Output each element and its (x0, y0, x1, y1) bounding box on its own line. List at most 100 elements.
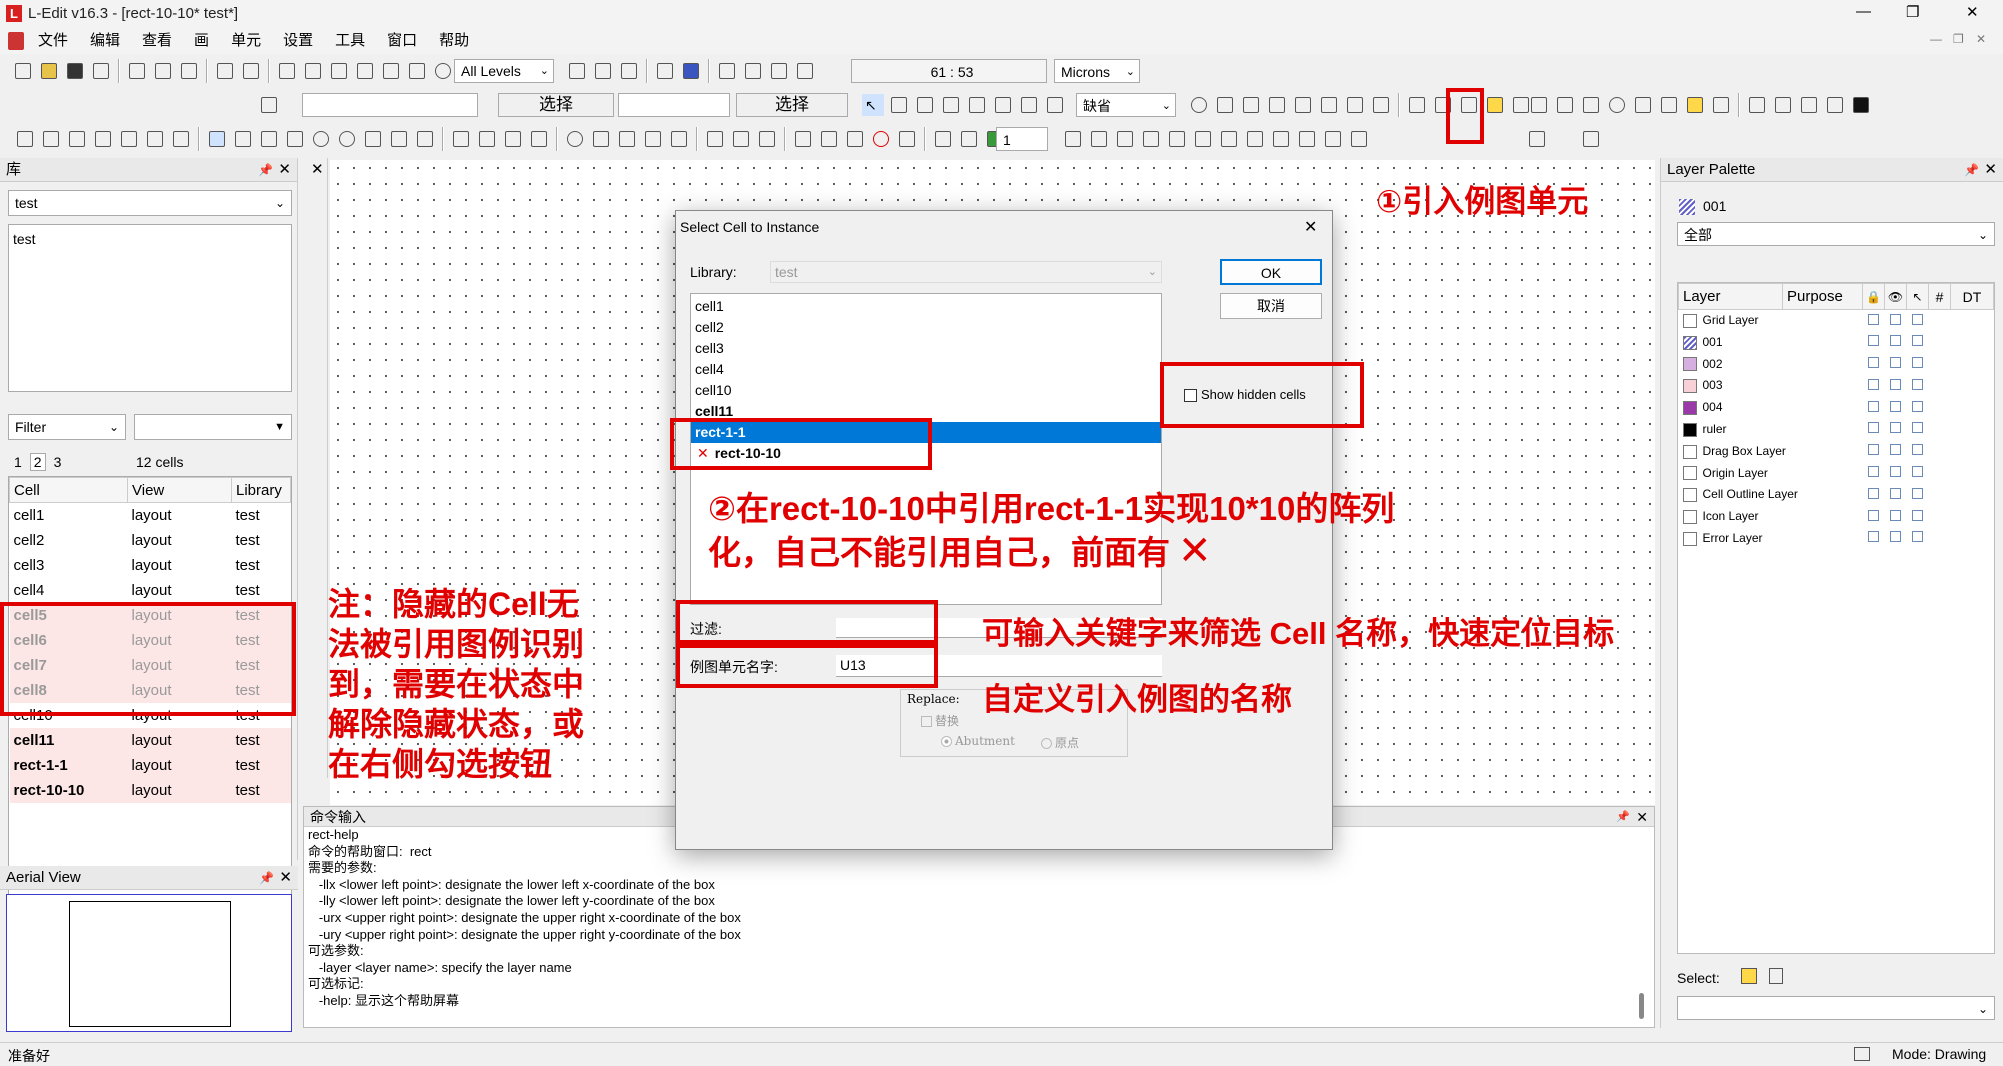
tool-a-icon[interactable] (92, 128, 114, 150)
wire-icon[interactable] (992, 94, 1014, 116)
align-l-icon[interactable] (704, 128, 726, 150)
pointer-icon[interactable]: ↖ (862, 94, 884, 116)
m6-icon[interactable] (1192, 128, 1214, 150)
ruler-tool-icon[interactable] (1406, 94, 1428, 116)
save-all-icon[interactable] (742, 60, 764, 82)
layer-checkbox[interactable] (1890, 335, 1901, 347)
tool-b-icon[interactable] (118, 128, 140, 150)
strip-close-icon[interactable]: ✕ (311, 160, 324, 178)
m11-icon[interactable] (1322, 128, 1344, 150)
layer-checkbox[interactable] (1912, 487, 1923, 499)
snap-grid-icon[interactable] (1684, 94, 1706, 116)
m3-icon[interactable] (1114, 128, 1136, 150)
align-c-icon[interactable] (730, 128, 752, 150)
vertical-scrollbar[interactable] (1639, 993, 1644, 1019)
layer-checkbox[interactable] (1890, 356, 1901, 368)
select-field-a[interactable] (618, 93, 730, 117)
layer-checkbox[interactable] (1868, 531, 1879, 543)
close-icon[interactable]: ✕ (279, 866, 292, 890)
dist-f-icon[interactable] (616, 128, 638, 150)
layer-checkbox[interactable] (1868, 400, 1879, 412)
sub-close-button[interactable]: ✕ (1976, 32, 1986, 46)
dist-b-icon[interactable] (476, 128, 498, 150)
layer-checkbox[interactable] (1912, 378, 1923, 390)
layer-checkbox[interactable] (1890, 444, 1901, 456)
layer-checkbox[interactable] (1890, 313, 1901, 325)
merge-icon[interactable] (1528, 94, 1550, 116)
pex-icon[interactable] (1798, 94, 1820, 116)
pen-icon[interactable] (1658, 94, 1680, 116)
snap-f-icon[interactable] (958, 128, 980, 150)
m2-icon[interactable] (1088, 128, 1110, 150)
col-library[interactable]: Library (231, 477, 291, 503)
snap-icon[interactable] (258, 94, 280, 116)
col-select-icon[interactable]: ↖ (1906, 283, 1929, 310)
dist-h-icon[interactable] (668, 128, 690, 150)
replace-checkbox[interactable]: 替换 (921, 712, 959, 729)
undo-icon[interactable] (214, 60, 236, 82)
pin-icon[interactable]: 📌 (1616, 807, 1630, 827)
layer-default-select[interactable]: 缺省 ⌄ (1076, 93, 1176, 117)
rotate-icon[interactable] (232, 128, 254, 150)
col-view[interactable]: View (127, 477, 232, 503)
layer-row[interactable]: Error Layer (1679, 527, 1994, 549)
m4-icon[interactable] (1140, 128, 1162, 150)
pie-icon[interactable] (1240, 94, 1262, 116)
layout-icon[interactable] (362, 128, 384, 150)
layer-checkbox[interactable] (1868, 487, 1879, 499)
menu-cell[interactable]: 单元 (231, 28, 261, 54)
lvs-icon[interactable] (1772, 94, 1794, 116)
layer-checkbox[interactable] (1868, 509, 1879, 521)
snap-c-icon[interactable] (844, 128, 866, 150)
sub-minimize-button[interactable]: — (1930, 32, 1942, 46)
col-dt[interactable]: DT (1950, 283, 1994, 310)
layer-checkbox[interactable] (1868, 356, 1879, 368)
name-field[interactable] (302, 93, 478, 117)
menu-setup[interactable]: 设置 (283, 28, 313, 54)
snap-a-icon[interactable] (792, 128, 814, 150)
wire-45-icon[interactable] (1018, 94, 1040, 116)
replace-icon[interactable] (380, 60, 402, 82)
gear-icon[interactable] (336, 128, 358, 150)
list-item[interactable]: cell10 (691, 380, 1161, 401)
zoom-box-icon[interactable] (276, 60, 298, 82)
layer-checkbox[interactable] (1890, 400, 1901, 412)
minimize-button[interactable]: — (1856, 3, 1871, 20)
layer-checkbox[interactable] (1868, 335, 1879, 347)
probe-icon[interactable] (1526, 128, 1548, 150)
m7-icon[interactable] (1218, 128, 1240, 150)
select-instance-icon[interactable] (1741, 968, 1757, 984)
menu-help[interactable]: 帮助 (439, 28, 469, 54)
col-visible-icon[interactable]: 👁 (1884, 283, 1907, 310)
display-icon[interactable] (654, 60, 676, 82)
open-icon[interactable] (38, 60, 60, 82)
box-icon[interactable] (888, 94, 910, 116)
menu-draw[interactable]: 画 (194, 28, 209, 54)
wrench-icon[interactable] (414, 128, 436, 150)
group-icon[interactable] (1580, 94, 1602, 116)
radio-icon[interactable] (941, 736, 952, 747)
menu-edit[interactable]: 编辑 (90, 28, 120, 54)
polygon-icon[interactable] (914, 94, 936, 116)
origin-radio[interactable]: 原点 (1041, 734, 1079, 751)
menu-file[interactable]: 文件 (38, 28, 68, 54)
radio-icon[interactable] (1041, 738, 1052, 749)
wire-any-icon[interactable] (1044, 94, 1066, 116)
plug-icon[interactable] (1580, 128, 1602, 150)
ruler-icon[interactable] (716, 60, 738, 82)
layer-row[interactable]: Icon Layer (1679, 506, 1994, 528)
pin-icon[interactable]: 📌 (1964, 158, 1979, 182)
layer-checkbox[interactable] (1912, 465, 1923, 477)
tri-icon[interactable] (1214, 94, 1236, 116)
paste-icon[interactable] (178, 60, 200, 82)
zoom-icon[interactable] (1606, 94, 1628, 116)
menu-tools[interactable]: 工具 (335, 28, 365, 54)
units-select[interactable]: Microns ⌄ (1054, 59, 1140, 83)
dist-d-icon[interactable] (528, 128, 550, 150)
print-icon[interactable] (90, 60, 112, 82)
m5-icon[interactable] (1166, 128, 1188, 150)
triangle-icon[interactable] (940, 94, 962, 116)
settings-icon[interactable] (564, 128, 586, 150)
list-item[interactable]: cell3 (691, 338, 1161, 359)
aerial-view[interactable] (6, 894, 292, 1032)
